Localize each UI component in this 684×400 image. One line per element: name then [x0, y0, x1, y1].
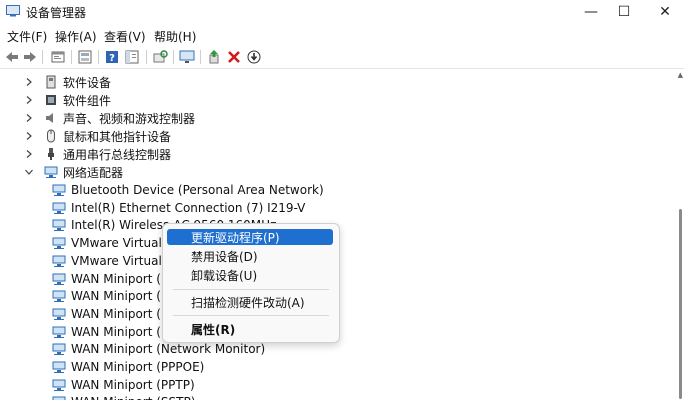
tree-item-adapter[interactable]: VMware Virtual E: [52, 252, 173, 270]
tree-item-label: WAN Miniport (I: [71, 271, 165, 286]
usb-icon: [48, 148, 54, 160]
chevron-right-icon[interactable]: [24, 113, 34, 123]
tree-category-label: 软件组件: [63, 93, 112, 108]
tree-item-label: WAN Miniport (Network Monitor): [71, 342, 266, 357]
tree-item-adapter[interactable]: WAN Miniport (I: [52, 305, 164, 323]
update-driver-icon[interactable]: [206, 49, 222, 65]
tree-category-network-adapters[interactable]: 网络适配器: [24, 163, 123, 181]
context-menu: 更新驱动程序(P) 禁用设备(D) 卸载设备(U) 扫描检测硬件改动(A) 属性…: [162, 223, 340, 343]
network-adapter-icon: [52, 273, 66, 285]
tree-item-label: WAN Miniport (PPPOE): [71, 360, 205, 374]
menu-file[interactable]: 文件(F): [7, 28, 47, 45]
maximize-icon: ☐: [617, 4, 631, 20]
vertical-scrollbar[interactable]: [676, 69, 684, 400]
forward-arrow-icon[interactable]: [22, 49, 38, 65]
network-adapter-icon: [52, 396, 66, 400]
network-adapter-icon: [52, 361, 66, 373]
close-icon: ✕: [659, 4, 671, 20]
tree-item-label: WAN Miniport (I: [71, 306, 165, 321]
tree-item-adapter[interactable]: WAN Miniport (L: [52, 323, 168, 341]
tree-category-usb[interactable]: 通用串行总线控制器: [24, 145, 171, 163]
context-scan-hardware[interactable]: 扫描检测硬件改动(A): [167, 294, 333, 310]
monitor-icon[interactable]: [179, 49, 195, 65]
tree-category-label: 声音、视频和游戏控制器: [63, 111, 196, 126]
context-uninstall-device[interactable]: 卸载设备(U): [167, 267, 333, 283]
tree-item-label: Bluetooth Device (Personal Area Network): [71, 183, 324, 197]
maximize-button[interactable]: ☐: [601, 0, 647, 24]
panel-view-icon[interactable]: [124, 49, 140, 65]
network-adapter-icon: [44, 166, 58, 178]
minimize-icon: —: [584, 4, 598, 20]
network-adapter-icon: [52, 237, 66, 250]
tree-item-adapter[interactable]: VMware Virtual E: [52, 234, 173, 252]
tree-category-label: 鼠标和其他指针设备: [63, 129, 172, 144]
network-adapter-icon: [52, 184, 66, 196]
uninstall-x-icon[interactable]: [226, 49, 242, 65]
device-manager-app-icon: [6, 5, 20, 17]
network-adapter-icon: [52, 326, 66, 338]
window-title: 设备管理器: [26, 6, 87, 20]
context-disable-device[interactable]: 禁用设备(D): [167, 248, 333, 264]
network-adapter-icon: [52, 379, 66, 391]
network-adapter-icon: [52, 308, 66, 320]
tree-item-label: VMware Virtual E: [71, 236, 174, 251]
mouse-icon: [47, 129, 55, 143]
tree-category-software-components[interactable]: 软件组件: [24, 91, 111, 109]
tree-category-label: 网络适配器: [63, 165, 124, 180]
network-adapter-icon: [52, 219, 66, 232]
menu-view[interactable]: 查看(V): [104, 28, 146, 45]
tree-category-software-devices[interactable]: 软件设备: [24, 73, 111, 91]
tree-item-adapter[interactable]: WAN Miniport (I: [52, 270, 164, 288]
chevron-right-icon[interactable]: [24, 149, 34, 159]
back-arrow-icon[interactable]: [4, 49, 20, 65]
tree-item-adapter[interactable]: WAN Miniport (I: [52, 287, 164, 305]
context-update-driver[interactable]: 更新驱动程序(P): [167, 229, 333, 245]
tree-item-label: WAN Miniport (PPTP): [71, 377, 195, 392]
tree-item-adapter[interactable]: Bluetooth Device (Personal Area Network): [52, 181, 324, 199]
tree-item-adapter[interactable]: WAN Miniport (PPTP): [52, 376, 195, 394]
context-divider: [173, 289, 329, 290]
tree-category-label: 通用串行总线控制器: [63, 147, 172, 162]
network-adapter-icon: [52, 290, 66, 303]
panel-icon[interactable]: [77, 49, 93, 65]
chevron-down-icon[interactable]: [24, 167, 34, 177]
help-icon[interactable]: ?: [104, 49, 120, 65]
title-bar: 设备管理器 — ☐ ✕: [0, 0, 684, 24]
tree-item-adapter[interactable]: WAN Miniport (SSTP): [52, 393, 195, 400]
network-adapter-icon: [52, 202, 66, 214]
tree-item-label: Intel(R) Ethernet Connection (7) I219-V: [71, 200, 306, 215]
close-button[interactable]: ✕: [642, 0, 684, 24]
tree-item-adapter[interactable]: WAN Miniport (PPPOE): [52, 358, 204, 376]
network-adapter-icon: [52, 343, 66, 356]
tree-item-adapter[interactable]: Intel(R) Ethernet Connection (7) I219-V: [52, 199, 305, 217]
menu-action[interactable]: 操作(A): [55, 28, 97, 45]
chevron-right-icon[interactable]: [24, 95, 34, 105]
chevron-right-icon[interactable]: [24, 131, 34, 141]
tree-item-label: WAN Miniport (SSTP): [71, 395, 195, 400]
menu-help[interactable]: 帮助(H): [154, 28, 196, 45]
scroll-up-icon[interactable]: ▲: [678, 71, 683, 79]
network-adapter-icon: [52, 255, 66, 267]
download-circle-icon[interactable]: [246, 49, 262, 65]
tree-category-sound-video[interactable]: 声音、视频和游戏控制器: [24, 109, 195, 127]
svg-text:?: ?: [109, 53, 115, 64]
context-divider: [173, 315, 329, 316]
tree-item-label: VMware Virtual E: [71, 253, 174, 268]
software-device-icon: [46, 75, 56, 89]
tree-category-mouse[interactable]: 鼠标和其他指针设备: [24, 127, 171, 145]
tree-category-label: 软件设备: [63, 75, 112, 90]
menu-bar: 文件(F) 操作(A) 查看(V) 帮助(H): [0, 26, 684, 46]
context-properties[interactable]: 属性(R): [167, 321, 333, 337]
tree-item-label: WAN Miniport (I: [71, 289, 165, 304]
chevron-right-icon[interactable]: [24, 77, 34, 87]
speaker-icon: [46, 113, 53, 123]
toolbar: ?: [0, 46, 684, 69]
tree-item-label: WAN Miniport (L: [71, 324, 168, 339]
scroll-thumb[interactable]: [679, 209, 682, 399]
properties-window-icon[interactable]: [50, 49, 66, 65]
scan-hardware-icon[interactable]: [152, 49, 168, 65]
software-component-icon: [46, 95, 56, 105]
